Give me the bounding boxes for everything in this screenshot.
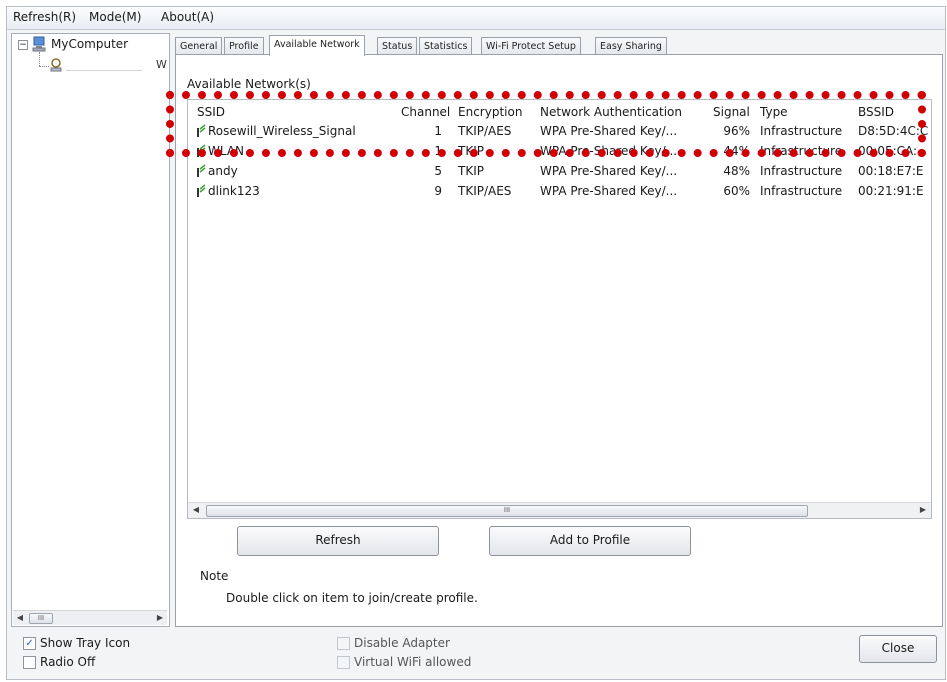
ssid-cell: Rosewill_Wireless_Signal <box>208 124 356 138</box>
ssid-cell: dlink123 <box>208 184 260 198</box>
checkbox-unchecked-icon[interactable] <box>23 656 36 669</box>
encryption-cell: TKIP <box>458 144 484 158</box>
utility-window: Refresh(R) Mode(M) About(A) − MyComputer… <box>6 6 946 680</box>
col-network-authentication[interactable]: Network Authentication <box>540 105 682 119</box>
ssid-cell: andy <box>208 164 238 178</box>
tree-child-selection <box>66 70 142 71</box>
available-networks-heading: Available Network(s) <box>187 77 311 91</box>
menu-mode[interactable]: Mode(M) <box>89 10 141 24</box>
device-tree[interactable]: − MyComputer W ◀ III ▶ <box>11 33 170 627</box>
checkbox-checked-icon[interactable]: ✓ <box>23 637 36 650</box>
network-row[interactable]: andy 5 TKIP WPA Pre-Shared Key/... 48% I… <box>188 162 931 182</box>
tab-available-network[interactable]: Available Network <box>269 35 365 56</box>
channel-cell: 9 <box>434 184 442 198</box>
network-row[interactable]: dlink123 9 TKIP/AES WPA Pre-Shared Key/.… <box>188 182 931 202</box>
encryption-cell: TKIP/AES <box>458 184 512 198</box>
signal-cell: 60% <box>723 184 750 198</box>
network-list-header: SSID Channel Encryption Network Authenti… <box>188 100 931 122</box>
signal-cell: 44% <box>723 144 750 158</box>
virtual-wifi-label: Virtual WiFi allowed <box>354 655 472 669</box>
tree-horizontal-scrollbar[interactable]: ◀ III ▶ <box>13 610 167 625</box>
col-signal[interactable]: Signal <box>713 105 750 119</box>
tree-root-label[interactable]: MyComputer <box>51 37 128 51</box>
network-row[interactable]: Rosewill_Wireless_Signal 1 TKIP/AES WPA … <box>188 122 931 142</box>
signal-icon <box>197 144 206 157</box>
scroll-right-icon[interactable]: ▶ <box>154 612 166 624</box>
col-type[interactable]: Type <box>760 105 788 119</box>
tree-connector <box>39 52 40 66</box>
refresh-button[interactable]: Refresh <box>237 526 439 556</box>
bssid-cell: D8:5D:4C:C <box>858 124 929 138</box>
type-cell: Infrastructure <box>760 144 843 158</box>
channel-cell: 1 <box>434 144 442 158</box>
tab-general[interactable]: General <box>175 37 223 55</box>
note-text: Double click on item to join/create prof… <box>226 591 478 605</box>
scroll-thumb[interactable]: III <box>206 505 808 517</box>
tab-status[interactable]: Status <box>377 37 418 55</box>
menu-bar: Refresh(R) Mode(M) About(A) <box>7 7 945 30</box>
encryption-cell: TKIP <box>458 164 484 178</box>
scroll-right-icon[interactable]: ▶ <box>917 504 929 516</box>
auth-cell: WPA Pre-Shared Key/... <box>540 144 678 158</box>
wireless-adapter-icon <box>50 58 62 72</box>
network-list[interactable]: SSID Channel Encryption Network Authenti… <box>187 99 932 519</box>
network-row[interactable]: WLAN 1 TKIP WPA Pre-Shared Key/... 44% I… <box>188 142 931 162</box>
tree-collapse-toggle[interactable]: − <box>18 40 28 50</box>
available-network-panel: Available Network(s) SSID Channel Encryp… <box>175 54 943 627</box>
channel-cell: 1 <box>434 124 442 138</box>
signal-cell: 96% <box>723 124 750 138</box>
tab-statistics[interactable]: Statistics <box>419 37 473 55</box>
add-to-profile-button[interactable]: Add to Profile <box>489 526 691 556</box>
checkbox-unchecked-icon[interactable] <box>337 637 350 650</box>
close-button[interactable]: Close <box>859 635 937 663</box>
signal-icon <box>197 164 206 177</box>
computer-icon <box>32 36 46 52</box>
menu-refresh[interactable]: Refresh(R) <box>13 10 76 24</box>
radio-off-label: Radio Off <box>40 655 96 669</box>
col-bssid[interactable]: BSSID <box>858 105 894 119</box>
menu-about[interactable]: About(A) <box>161 10 214 24</box>
col-encryption[interactable]: Encryption <box>458 105 522 119</box>
type-cell: Infrastructure <box>760 184 843 198</box>
ssid-cell: WLAN <box>208 144 245 158</box>
checkbox-unchecked-icon[interactable] <box>337 656 350 669</box>
bssid-cell: 00:05:CA: <box>858 144 918 158</box>
tab-easy-sharing[interactable]: Easy Sharing <box>595 37 667 55</box>
signal-icon <box>197 124 206 137</box>
bssid-cell: 00:21:91:E <box>858 184 924 198</box>
bssid-cell: 00:18:E7:E <box>858 164 924 178</box>
scroll-left-icon[interactable]: ◀ <box>190 504 202 516</box>
encryption-cell: TKIP/AES <box>458 124 512 138</box>
signal-icon <box>197 184 206 197</box>
auth-cell: WPA Pre-Shared Key/... <box>540 164 678 178</box>
show-tray-icon-label: Show Tray Icon <box>40 636 131 650</box>
note-label: Note <box>200 569 229 583</box>
auth-cell: WPA Pre-Shared Key/... <box>540 124 678 138</box>
tab-profile[interactable]: Profile <box>224 37 264 55</box>
col-ssid[interactable]: SSID <box>197 105 225 119</box>
scroll-thumb[interactable]: III <box>29 613 53 624</box>
scroll-left-icon[interactable]: ◀ <box>14 612 26 624</box>
tree-adapter-label[interactable]: W <box>156 58 167 71</box>
col-channel[interactable]: Channel <box>401 105 450 119</box>
disable-adapter-label: Disable Adapter <box>354 636 450 650</box>
type-cell: Infrastructure <box>760 164 843 178</box>
signal-cell: 48% <box>723 164 750 178</box>
auth-cell: WPA Pre-Shared Key/... <box>540 184 678 198</box>
network-list-horizontal-scrollbar[interactable]: ◀ III ▶ <box>188 502 931 518</box>
type-cell: Infrastructure <box>760 124 843 138</box>
channel-cell: 5 <box>434 164 442 178</box>
tab-wifi-protect-setup[interactable]: Wi-Fi Protect Setup <box>481 37 581 55</box>
